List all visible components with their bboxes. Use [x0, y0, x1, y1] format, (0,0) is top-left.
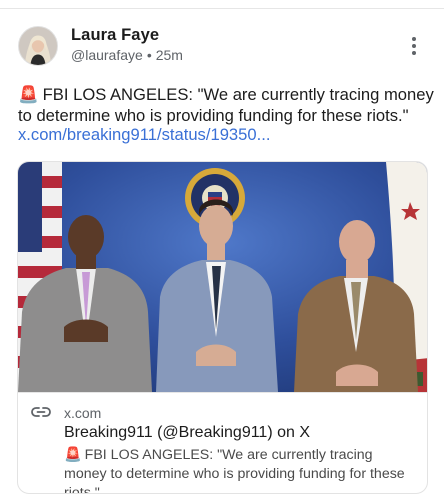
post-link[interactable]: x.com/breaking911/status/19350...: [18, 125, 270, 145]
link-icon: [31, 407, 51, 417]
author-name[interactable]: Laura Faye: [71, 26, 159, 45]
card-footer: x.com Breaking911 (@Breaking911) on X 🚨 F…: [18, 392, 427, 494]
avatar[interactable]: [18, 26, 58, 66]
post-body: FBI LOS ANGELES: "We are currently traci…: [18, 85, 434, 125]
link-preview-card[interactable]: x.com Breaking911 (@Breaking911) on X 🚨 F…: [17, 161, 428, 494]
card-description-text: FBI LOS ANGELES: "We are currently traci…: [64, 447, 405, 494]
siren-emoji: 🚨: [64, 447, 82, 463]
more-dot: [412, 51, 416, 55]
author-handle[interactable]: @laurafaye: [71, 47, 143, 63]
card-description: 🚨 FBI LOS ANGELES: "We are currently trac…: [64, 446, 419, 494]
siren-emoji: 🚨: [18, 85, 39, 104]
author-meta: @laurafaye • 25m: [71, 47, 183, 63]
more-dot: [412, 44, 416, 48]
card-domain: x.com: [64, 405, 102, 421]
preview-image: [18, 162, 427, 392]
post-time[interactable]: 25m: [156, 47, 183, 63]
more-options-button[interactable]: [404, 34, 424, 58]
feed-post: Laura Faye @laurafaye • 25m 🚨 FBI LOS ANGEL…: [0, 0, 444, 500]
card-title[interactable]: Breaking911 (@Breaking911) on X: [64, 424, 310, 442]
meta-separator: •: [146, 47, 152, 63]
post-text: 🚨 FBI LOS ANGELES: "We are currently trac…: [18, 84, 438, 126]
more-vertical-icon: [412, 37, 416, 41]
